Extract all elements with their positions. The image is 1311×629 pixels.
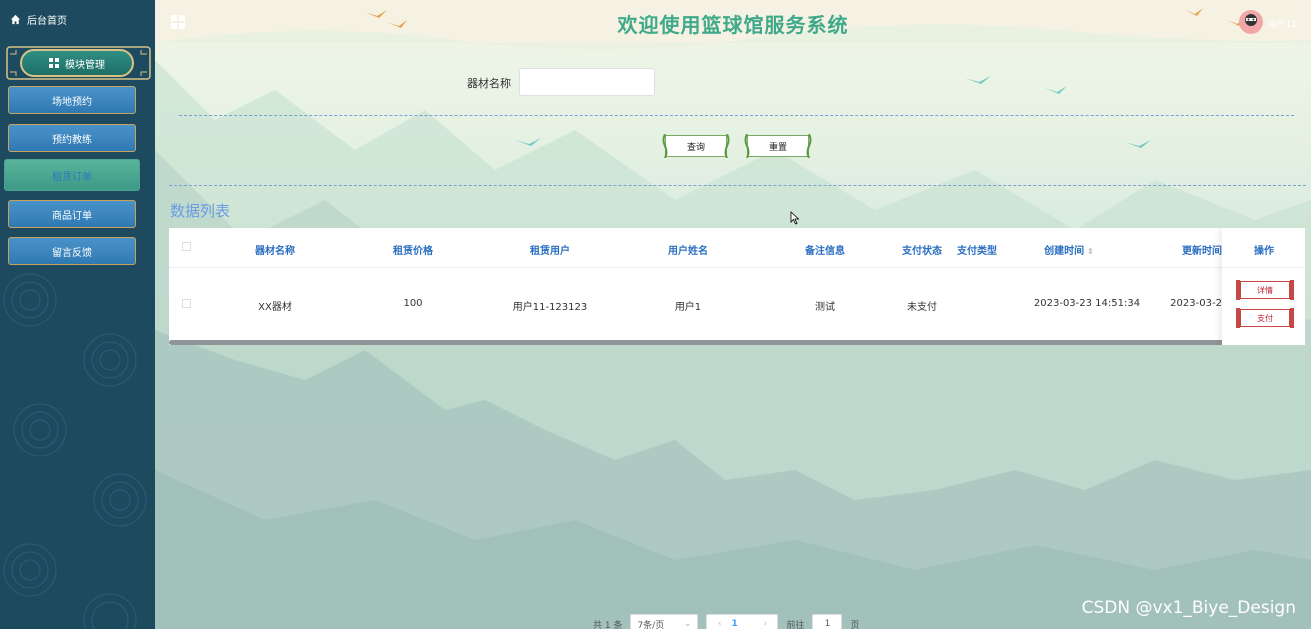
sidebar-item-label: 预约教练 (52, 134, 92, 146)
top-header: 欢迎使用篮球馆服务系统 用户11 (155, 0, 1311, 43)
avatar-icon (1245, 14, 1257, 26)
pay-button[interactable]: 支付 (1236, 308, 1294, 328)
total-count: 共 1 条 (593, 620, 623, 629)
user-avatar[interactable] (1239, 10, 1263, 34)
sidebar-item-feedback[interactable]: 留言反馈 (8, 237, 136, 265)
column-header: 租赁价格 (393, 246, 433, 257)
detail-button-label: 详情 (1257, 285, 1273, 295)
watermark: CSDN @vx1_Biye_Design (1081, 598, 1296, 618)
chevron-down-icon: ⌄ (683, 619, 692, 629)
home-icon (10, 14, 21, 25)
data-table: 器材名称 租赁价格 租赁用户 用户姓名 备注信息 支付状态 支付类型 创建时间 ⇕… (169, 228, 1305, 345)
divider (179, 115, 1294, 116)
column-header: 支付类型 (957, 246, 997, 257)
horizontal-scrollbar[interactable] (169, 340, 1251, 345)
column-header: 支付状态 (902, 246, 942, 257)
sidebar-item-label: 留言反馈 (52, 247, 92, 259)
query-button[interactable]: 查询 (662, 134, 730, 158)
column-header: 租赁用户 (530, 246, 570, 257)
cell-equip-name: XX器材 (258, 302, 292, 313)
sidebar-item-product-orders[interactable]: 商品订单 (8, 200, 136, 228)
page-number[interactable]: 1 (731, 619, 753, 629)
mouse-cursor-icon (790, 211, 800, 225)
equip-name-label: 器材名称 (467, 77, 511, 90)
next-page-icon[interactable]: › (763, 619, 767, 629)
pager-nav: ‹ 1 › (706, 614, 779, 629)
column-header-label: 创建时间 (1044, 246, 1085, 257)
pagination: 共 1 条 7条/页 ⌄ ‹ 1 › 前往 1 页 (593, 614, 859, 629)
sidebar-item-coach-booking[interactable]: 预约教练 (8, 124, 136, 152)
page-size-value: 7条/页 (637, 620, 665, 629)
cell-created: 2023-03-23 14:51:34 (1033, 298, 1141, 309)
page-suffix: 页 (850, 620, 860, 629)
header-divider (1222, 267, 1305, 268)
pay-button-label: 支付 (1257, 313, 1273, 323)
header-divider (169, 267, 1305, 268)
leaf-decoration-icon (662, 134, 668, 158)
column-header: 备注信息 (805, 246, 845, 257)
divider (169, 185, 1306, 186)
operation-column: 操作 详情 支付 (1222, 228, 1305, 345)
list-title: 数据列表 (170, 202, 231, 220)
user-name[interactable]: 用户11 (1268, 17, 1297, 30)
goto-page-value: 1 (824, 619, 831, 629)
page-title: 欢迎使用篮球馆服务系统 (617, 13, 849, 37)
sidebar-home-link[interactable]: 后台首页 (10, 12, 67, 27)
sidebar-item-venue-booking[interactable]: 场地预约 (8, 86, 136, 114)
sidebar-group-module[interactable]: 模块管理 (6, 46, 151, 80)
column-header-sortable[interactable]: 创建时间 ⇕ (1044, 242, 1094, 257)
column-header: 用户姓名 (668, 246, 708, 257)
sidebar-item-label: 场地预约 (52, 96, 92, 108)
goto-label: 前往 (786, 620, 805, 629)
leaf-decoration-icon (744, 134, 750, 158)
leaf-decoration-icon (806, 134, 812, 158)
reset-button-label: 重置 (768, 142, 787, 153)
query-button-label: 查询 (686, 142, 705, 153)
column-header: 更新时间 (1182, 246, 1222, 257)
prev-page-icon[interactable]: ‹ (718, 619, 722, 629)
sort-icon[interactable]: ⇕ (1087, 247, 1094, 256)
module-grid-icon (49, 58, 59, 68)
detail-button[interactable]: 详情 (1236, 280, 1294, 300)
row-checkbox[interactable] (182, 299, 191, 308)
goto-page-input[interactable]: 1 (812, 614, 843, 629)
sidebar-item-rental-orders[interactable]: 租赁订单 (4, 159, 140, 191)
leaf-decoration-icon (724, 134, 730, 158)
cell-pay-status: 未支付 (907, 302, 937, 313)
page-size-select[interactable]: 7条/页 ⌄ (630, 614, 699, 629)
equip-name-input[interactable] (519, 68, 655, 96)
column-header: 器材名称 (255, 246, 295, 257)
select-all-checkbox[interactable] (182, 242, 191, 251)
column-header: 操作 (1254, 246, 1274, 257)
cell-remark: 测试 (815, 302, 835, 313)
sidebar-home-label: 后台首页 (27, 16, 67, 27)
sidebar-item-label: 商品订单 (52, 210, 92, 222)
sidebar-item-label: 租赁订单 (52, 171, 92, 183)
sidebar-group-label: 模块管理 (65, 59, 105, 71)
cell-price: 100 (403, 298, 423, 309)
reset-button[interactable]: 重置 (744, 134, 812, 158)
cell-rent-user: 用户11-123123 (512, 302, 588, 313)
cell-user-name: 用户1 (674, 302, 702, 313)
sidebar: 后台首页 模块管理 场地预约 预约教练 租赁订单 商品订单 留言反馈 (0, 0, 155, 629)
